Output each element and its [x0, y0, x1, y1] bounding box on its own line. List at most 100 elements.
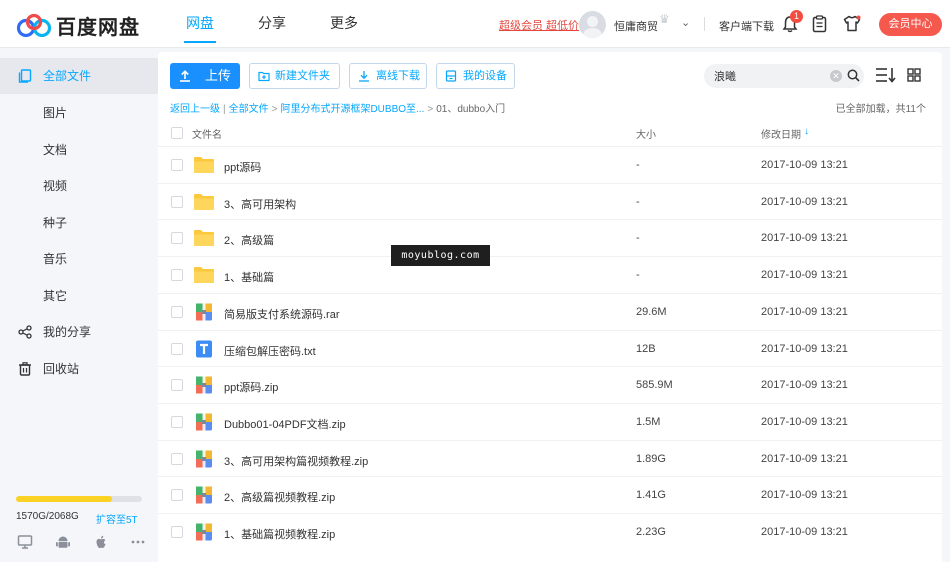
row-checkbox[interactable] [171, 269, 183, 282]
my-devices-label: 我的设备 [463, 70, 507, 82]
file-name[interactable]: Dubbo01-04PDF文档.zip [224, 416, 346, 432]
breadcrumb-current: 01、dubbo入门 [436, 104, 506, 115]
upload-button[interactable]: 上传 [170, 63, 240, 89]
apple-icon[interactable] [93, 534, 109, 550]
sidebar-item-all-files[interactable]: 全部文件 [0, 58, 158, 94]
top-header: 百度网盘 网盘 分享 更多 超级会员 超低价 恒庸商贸 ♛ ⌄ 客户端下载 1 … [0, 0, 950, 48]
table-row[interactable]: 2、高级篇视频教程.zip 1.41G 2017-10-09 13:21 [158, 476, 942, 513]
search-icon[interactable] [847, 69, 860, 82]
sidebar-item-my-shares[interactable]: 我的分享 [0, 314, 158, 350]
file-date: 2017-10-09 13:21 [761, 269, 848, 282]
sidebar-item-recycle-bin[interactable]: 回收站 [0, 351, 158, 387]
row-checkbox[interactable] [171, 159, 183, 171]
file-name[interactable]: 压缩包解压密码.txt [224, 343, 316, 359]
my-devices-button[interactable]: 我的设备 [436, 63, 515, 89]
file-size: 2.23G [636, 526, 666, 538]
chevron-down-icon[interactable]: ⌄ [681, 16, 690, 29]
file-name[interactable]: ppt源码.zip [224, 379, 278, 395]
row-checkbox[interactable] [171, 526, 183, 538]
search-input[interactable] [714, 64, 824, 88]
table-row[interactable]: 压缩包解压密码.txt 12B 2017-10-09 13:21 [158, 329, 942, 367]
offline-download-button[interactable]: 离线下载 [349, 63, 427, 89]
folder-icon [193, 193, 215, 211]
sidebar-item-videos[interactable]: 视频 [0, 168, 158, 204]
breadcrumb-all-files[interactable]: 全部文件 [229, 104, 269, 115]
sidebar-item-music[interactable]: 音乐 [0, 241, 158, 277]
file-date: 2017-10-09 13:21 [761, 232, 848, 245]
sidebar-item-label: 视频 [43, 179, 68, 193]
zip-file-icon [193, 523, 215, 541]
username[interactable]: 恒庸商贸 [614, 18, 658, 34]
table-row[interactable]: 简易版支付系统源码.rar 29.6M 2017-10-09 13:21 [158, 292, 942, 330]
table-row[interactable]: 3、高可用架构篇视频教程.zip 1.89G 2017-10-09 13:21 [158, 439, 942, 477]
file-name[interactable]: 1、基础篇 [224, 269, 274, 285]
file-name[interactable]: 3、高可用架构篇视频教程.zip [224, 453, 368, 469]
new-folder-button[interactable]: 新建文件夹 [249, 63, 340, 89]
sort-desc-arrow-icon[interactable]: ↓ [804, 126, 809, 137]
file-name[interactable]: 2、高级篇 [224, 232, 274, 248]
row-checkbox[interactable] [171, 415, 183, 428]
sidebar-item-label: 回收站 [43, 362, 80, 376]
table-row[interactable]: Dubbo01-04PDF文档.zip 1.5M 2017-10-09 13:21 [158, 402, 942, 440]
nav-share[interactable]: 分享 [242, 0, 302, 48]
sidebar-item-others[interactable]: 其它 [0, 278, 158, 314]
row-checkbox[interactable] [171, 379, 183, 392]
file-size: - [636, 232, 640, 245]
clear-search-icon[interactable]: ✕ [830, 70, 842, 82]
file-name[interactable]: 简易版支付系统源码.rar [224, 306, 340, 322]
header-divider [704, 17, 705, 31]
file-name[interactable]: 2、高级篇视频教程.zip [224, 489, 335, 505]
skin-icon[interactable] [843, 15, 861, 32]
pc-icon[interactable] [17, 534, 33, 550]
file-name[interactable]: 3、高可用架构 [224, 196, 296, 212]
file-name[interactable]: ppt源码 [224, 159, 261, 175]
file-name[interactable]: 1、基础篇视频教程.zip [224, 526, 335, 542]
table-row[interactable]: ppt源码.zip 585.9M 2017-10-09 13:21 [158, 366, 942, 403]
file-date: 2017-10-09 13:21 [761, 195, 848, 208]
android-icon[interactable] [55, 534, 71, 550]
sidebar-item-label: 音乐 [43, 252, 68, 266]
baidu-netdisk-logo[interactable]: 百度网盘 [16, 11, 140, 40]
column-header-name[interactable]: 文件名 [192, 126, 222, 141]
row-checkbox[interactable] [171, 342, 183, 355]
avatar[interactable] [579, 11, 606, 38]
expand-storage-link[interactable]: 扩容至5T [96, 511, 138, 526]
table-row[interactable]: 2、高级篇 - 2017-10-09 13:21 [158, 219, 942, 256]
grid-view-icon[interactable] [907, 68, 921, 82]
file-date: 2017-10-09 13:21 [761, 159, 848, 171]
vip-promo-link[interactable]: 超级会员 超低价 [499, 17, 579, 33]
breadcrumb-back[interactable]: 返回上一级 [170, 104, 220, 115]
row-checkbox[interactable] [171, 195, 183, 208]
vip-center-button[interactable]: 会员中心 [879, 13, 942, 36]
file-size: - [636, 269, 640, 282]
file-date: 2017-10-09 13:21 [761, 489, 848, 502]
new-folder-label: 新建文件夹 [275, 70, 330, 82]
client-download-link[interactable]: 客户端下载 [719, 18, 774, 34]
nav-netdisk[interactable]: 网盘 [170, 0, 230, 48]
nav-more[interactable]: 更多 [314, 0, 374, 48]
row-checkbox[interactable] [171, 305, 183, 318]
sidebar-item-torrents[interactable]: 种子 [0, 205, 158, 241]
sidebar-item-label: 图片 [43, 106, 68, 120]
file-size: - [636, 159, 640, 171]
column-header-date[interactable]: 修改日期 [761, 126, 801, 141]
select-all-checkbox[interactable] [171, 127, 183, 139]
sort-icon[interactable] [875, 66, 897, 84]
breadcrumb-dubbo-folder[interactable]: 阿里分布式开源框架DUBBO至... [280, 104, 424, 115]
clipboard-icon[interactable] [812, 15, 827, 33]
row-checkbox[interactable] [171, 232, 183, 245]
file-size: 1.41G [636, 489, 666, 502]
table-row[interactable]: ppt源码 - 2017-10-09 13:21 [158, 146, 942, 183]
table-row[interactable]: 1、基础篇 - 2017-10-09 13:21 [158, 256, 942, 293]
table-row[interactable]: 3、高可用架构 - 2017-10-09 13:21 [158, 182, 942, 220]
more-icon[interactable] [130, 534, 146, 550]
table-row[interactable]: 1、基础篇视频教程.zip 2.23G 2017-10-09 13:21 [158, 513, 942, 550]
row-checkbox[interactable] [171, 452, 183, 465]
file-size: 1.89G [636, 452, 666, 465]
folder-icon [193, 156, 215, 174]
sidebar-item-images[interactable]: 图片 [0, 95, 158, 131]
sidebar-item-docs[interactable]: 文档 [0, 132, 158, 168]
file-size: 1.5M [636, 415, 661, 428]
column-header-size[interactable]: 大小 [636, 126, 656, 141]
row-checkbox[interactable] [171, 489, 183, 502]
